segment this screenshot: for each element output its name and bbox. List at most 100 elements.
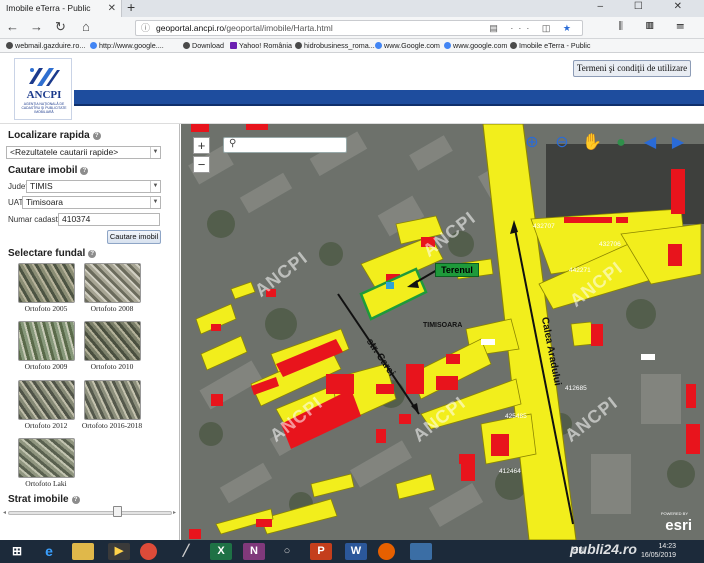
terenul-label: Terenul: [435, 263, 479, 277]
chevron-down-icon: ▼: [150, 197, 160, 208]
url-actions[interactable]: ▤ ··· ◫ ★: [489, 21, 576, 36]
onenote-icon[interactable]: N: [243, 543, 265, 560]
fundal-label: Ortofoto 2012: [24, 421, 68, 430]
rapid-search-select[interactable]: <Rezultatele cautarii rapide> ▼: [6, 146, 161, 159]
file-explorer-icon[interactable]: [72, 543, 94, 560]
help-icon[interactable]: ?: [88, 250, 97, 258]
pan-hand-icon[interactable]: ✋: [581, 133, 603, 153]
bookmark-item[interactable]: http://www.google....: [90, 39, 164, 52]
fundal-label: Ortofoto 2010: [90, 362, 134, 371]
globe-icon: [510, 42, 517, 49]
url-path: /geoportal/imobile/Harta.html: [224, 23, 333, 33]
zoom-in-tool-icon[interactable]: ⊕: [521, 133, 543, 153]
publi24-watermark: publi24.ro: [570, 541, 637, 557]
chevron-down-icon: ▼: [150, 181, 160, 192]
opacity-slider-thumb[interactable]: [113, 506, 122, 517]
firefox-icon[interactable]: [378, 543, 395, 560]
excel-icon[interactable]: X: [210, 543, 232, 560]
word-icon[interactable]: W: [345, 543, 367, 560]
cadastral-input[interactable]: 410374: [58, 213, 160, 226]
globe-icon: [6, 42, 13, 49]
window-icon[interactable]: [410, 543, 432, 560]
outlook-icon[interactable]: ○: [276, 543, 298, 560]
globe-full-extent-icon[interactable]: ●: [610, 133, 632, 153]
chevron-down-icon: ▼: [150, 147, 160, 158]
parcel-label: 412464: [499, 468, 521, 475]
reload-icon[interactable]: ↻: [55, 19, 66, 35]
fundal-thumb-laki[interactable]: [18, 438, 75, 478]
back-icon[interactable]: ←: [6, 19, 19, 34]
fundal-thumb-2010[interactable]: [84, 321, 141, 361]
localizare-title: Localizare rapida?: [8, 130, 101, 141]
bookmark-item[interactable]: Download: [183, 39, 224, 52]
browser-nav-bar: ← → ↻ ⌂ ⓘ geoportal.ancpi.ro/geoportal/i…: [0, 17, 704, 39]
google-icon: [444, 42, 451, 49]
previous-extent-arrow-icon[interactable]: ◀: [639, 133, 661, 153]
opacity-slider-track[interactable]: [8, 511, 172, 515]
close-tab-icon[interactable]: ✕: [108, 0, 116, 17]
left-panel: Localizare rapida? <Rezultatele cautarii…: [0, 124, 180, 540]
home-icon[interactable]: ⌂: [82, 19, 90, 34]
slider-left-arrow-icon[interactable]: ◂: [3, 509, 6, 516]
help-icon[interactable]: ?: [71, 496, 80, 504]
bookmark-item[interactable]: Imobile eTerra - Public: [510, 39, 591, 52]
forward-icon[interactable]: →: [30, 19, 43, 34]
fundal-thumb-2005[interactable]: [18, 263, 75, 303]
url-domain: geoportal.ancpi.ro: [156, 23, 225, 33]
uat-select[interactable]: Timisoara ▼: [22, 196, 161, 209]
bookmark-item[interactable]: webmail.gazduire.ro...: [6, 39, 85, 52]
media-player-icon[interactable]: ▶: [108, 543, 130, 560]
help-icon[interactable]: ?: [80, 167, 89, 175]
judet-select[interactable]: TIMIS ▼: [26, 180, 161, 193]
toolbar-right-icons[interactable]: ⫼ ▥ ☰: [618, 21, 694, 32]
window-controls[interactable]: ‒ ☐ ✕: [598, 1, 696, 12]
bookmark-item[interactable]: hidrobusiness_roma...: [295, 39, 375, 52]
bookmark-star-icon[interactable]: ★: [563, 23, 576, 33]
ancpi-logo-mark-icon: [29, 68, 60, 86]
bookmark-item[interactable]: www.google.com: [444, 39, 507, 52]
cautare-imobil-button[interactable]: Cautare imobil: [107, 230, 161, 244]
bookmark-item[interactable]: Yahoo! România: [230, 39, 292, 52]
fundal-thumb-2008[interactable]: [84, 263, 141, 303]
slider-right-arrow-icon[interactable]: ▸: [173, 509, 176, 516]
pen-tool-icon[interactable]: ╱: [175, 543, 197, 560]
zoom-out-button[interactable]: −: [193, 156, 210, 173]
bookmark-item[interactable]: www.Google.com: [375, 39, 440, 52]
clock-time: 14:23: [658, 543, 677, 550]
header-blue-band: [74, 90, 704, 104]
fundal-label: Ortofoto 2016-2018: [81, 421, 143, 430]
powerpoint-icon[interactable]: P: [310, 543, 332, 560]
next-extent-arrow-icon[interactable]: ▶: [667, 133, 689, 153]
globe-icon: [295, 42, 302, 49]
address-bar[interactable]: ⓘ geoportal.ancpi.ro/geoportal/imobile/H…: [135, 20, 583, 36]
fundal-label: Ortofoto Laki: [25, 479, 67, 488]
judet-label: Judet: [8, 182, 28, 191]
site-info-icon[interactable]: ⓘ: [141, 21, 150, 36]
fundal-thumb-2012[interactable]: [18, 380, 75, 420]
clock-date: 16/05/2019: [641, 552, 677, 559]
terms-button[interactable]: Termeni şi condiţii de utilizare: [573, 60, 691, 77]
internet-explorer-icon[interactable]: e: [38, 543, 60, 560]
esri-powered-text: POWERED BY: [660, 511, 688, 516]
parcel-label: 412685: [565, 385, 587, 392]
start-button-icon[interactable]: ⊞: [6, 543, 28, 560]
logo-text: ANCPI: [26, 89, 62, 101]
zoom-in-button[interactable]: +: [193, 137, 210, 154]
chrome-icon[interactable]: [140, 543, 157, 560]
taskbar-clock[interactable]: 14:23 16/05/2019: [641, 542, 676, 560]
help-icon[interactable]: ?: [92, 132, 101, 140]
esri-logo: esri: [665, 517, 692, 534]
fundal-thumb-2009[interactable]: [18, 321, 75, 361]
map-view[interactable]: ANCPI ANCPI ANCPI ANCPI ANCPI ANCPI 4327…: [181, 124, 704, 540]
bookmarks-bar: webmail.gazduire.ro... http://www.google…: [0, 39, 704, 53]
fundal-label: Ortofoto 2008: [90, 304, 134, 313]
zoom-out-tool-icon[interactable]: ⊖: [551, 133, 573, 153]
map-search-input[interactable]: ⚲: [223, 137, 347, 153]
new-tab-button[interactable]: +: [127, 0, 135, 15]
google-icon: [375, 42, 382, 49]
cautare-title: Cautare imobil?: [8, 165, 89, 176]
fundal-thumb-2016-2018[interactable]: [84, 380, 141, 420]
page-header: ANCPI AGENŢIA NAŢIONALĂ DE CADASTRU ŞI P…: [0, 54, 704, 124]
fundal-label: Ortofoto 2009: [24, 362, 68, 371]
browser-tab[interactable]: Imobile eTerra - Public ✕: [0, 0, 122, 17]
